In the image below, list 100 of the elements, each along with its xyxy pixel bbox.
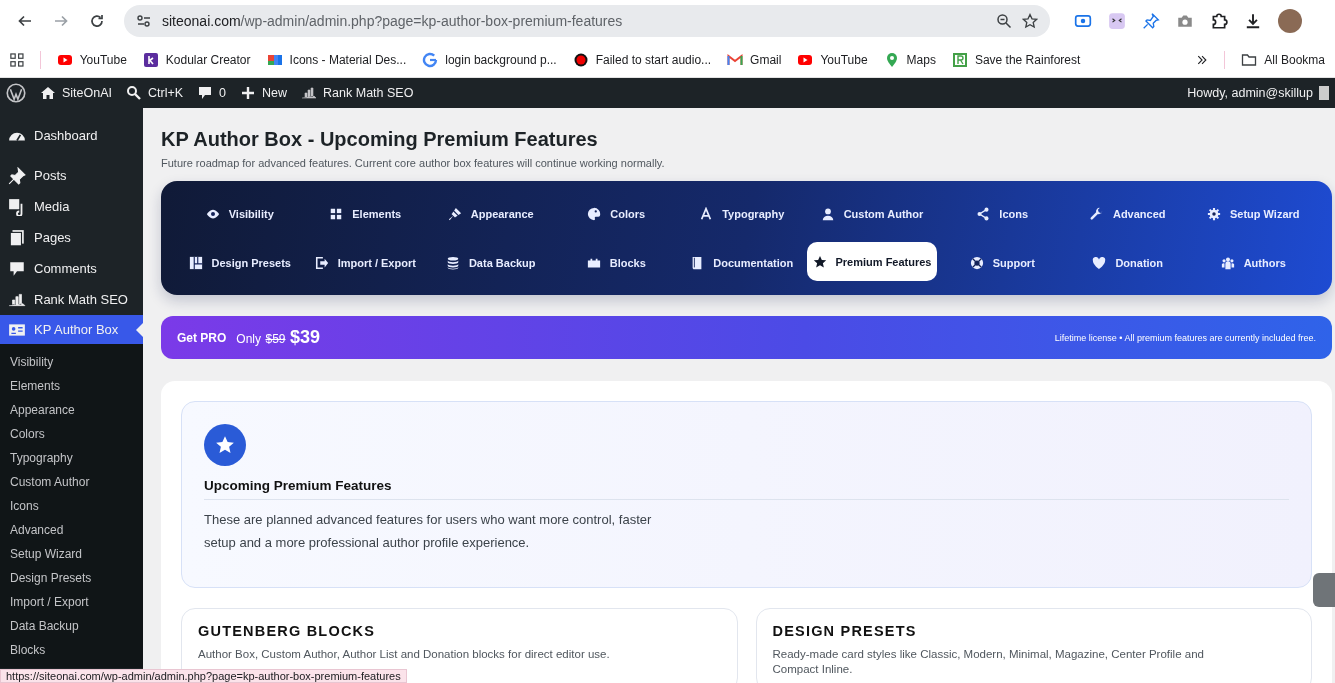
record-dot-icon — [572, 51, 589, 68]
nav-tab[interactable]: Design Presets — [179, 242, 301, 283]
palette-icon — [587, 206, 602, 221]
intro-description: These are planned advanced features for users who want more control, faster setup and a more professional author profile experience. — [204, 511, 653, 552]
nav-tab[interactable]: Import / Export — [304, 242, 426, 283]
feature-description: Ready-made card styles like Classic, Modern, Minimal, Magazine, Center Profile and Compact Inline. — [772, 647, 1205, 677]
extensions-icon[interactable] — [1210, 12, 1228, 30]
site-settings-icon — [136, 13, 152, 29]
nav-tab[interactable]: Elements — [304, 193, 426, 234]
nav-tab[interactable]: Typography — [681, 193, 803, 234]
nav-tab[interactable]: Blocks — [555, 242, 677, 283]
gear-icon — [1206, 206, 1221, 221]
nav-tab[interactable]: Appearance — [430, 193, 552, 234]
nav-tab[interactable]: Authors — [1192, 242, 1314, 283]
screen-record-icon[interactable] — [1074, 12, 1092, 30]
bookmark-item[interactable]: Save the Rainforest — [951, 51, 1081, 68]
pages-icon — [8, 228, 26, 247]
heart-icon — [1092, 255, 1107, 270]
submenu-item[interactable]: Icons — [0, 494, 143, 518]
submenu-item[interactable]: Design Presets — [0, 566, 143, 590]
sidebar-item[interactable]: Dashboard — [0, 120, 143, 151]
comment-bubble-icon — [197, 85, 214, 101]
brush-icon — [447, 206, 462, 221]
letter-glyph-icon — [699, 206, 714, 221]
nav-tab[interactable]: Icons — [941, 193, 1063, 234]
greeting-text[interactable]: Howdy, admin@skillup — [1187, 86, 1313, 100]
intro-heading: Upcoming Premium Features — [204, 478, 1289, 500]
submenu-item[interactable]: Custom Author — [0, 470, 143, 494]
pin-icon[interactable] — [1142, 12, 1160, 30]
admin-bar-item[interactable]: 0 — [197, 85, 227, 101]
sidebar-item[interactable]: Rank Math SEO — [0, 284, 143, 315]
r-square-icon — [951, 51, 968, 68]
side-panel-handle[interactable] — [1313, 573, 1335, 607]
grid-icon — [329, 206, 344, 221]
k-square-icon — [142, 51, 159, 68]
sidebar-item[interactable]: Media — [0, 191, 143, 222]
submenu-item[interactable]: Colors — [0, 422, 143, 446]
admin-bar-item[interactable]: SiteOnAI — [40, 85, 113, 101]
page-title: KP Author Box - Upcoming Premium Features — [161, 128, 599, 151]
bookmark-item[interactable]: YouTube — [56, 51, 127, 68]
wordpress-logo-icon[interactable] — [6, 83, 26, 103]
submenu-item[interactable]: Data Backup — [0, 614, 143, 638]
nav-tab[interactable]: Premium Features — [806, 242, 938, 281]
nav-tab[interactable]: Setup Wizard — [1192, 193, 1314, 234]
get-pro-label: Get PRO — [177, 330, 227, 345]
address-bar[interactable]: siteonai.com/wp-admin/admin.php?page=kp-author-box-premium-features — [124, 5, 1050, 37]
submenu-item[interactable]: Setup Wizard — [0, 542, 143, 566]
plus-icon — [240, 85, 257, 101]
download-icon[interactable] — [1244, 12, 1262, 30]
bookmark-item[interactable]: YouTube — [797, 51, 868, 68]
nav-tab[interactable]: Advanced — [1067, 193, 1189, 234]
nav-tab[interactable]: Data Backup — [430, 242, 552, 283]
bookmark-item[interactable]: Gmail — [727, 51, 782, 68]
nav-tab[interactable]: Custom Author — [806, 193, 938, 234]
nav-tab[interactable]: Documentation — [681, 242, 803, 283]
submenu-item[interactable]: Visibility — [0, 350, 143, 374]
pushpin-icon — [8, 166, 26, 185]
camera-icon[interactable] — [1176, 12, 1194, 30]
admin-bar-item[interactable]: Rank Math SEO — [301, 85, 414, 101]
bookmark-item[interactable]: login background p... — [422, 51, 557, 68]
mail-icon — [727, 51, 744, 68]
home-icon — [40, 85, 56, 101]
bookmark-item[interactable]: Failed to start audio... — [572, 51, 712, 68]
export-icon — [314, 255, 329, 270]
profile-avatar[interactable] — [1278, 9, 1302, 33]
submenu-item[interactable]: Elements — [0, 374, 143, 398]
nav-tab[interactable]: Support — [941, 242, 1063, 283]
nav-tab[interactable]: Donation — [1067, 242, 1189, 283]
url-text: siteonai.com/wp-admin/admin.php?page=kp-author-box-premium-features — [162, 13, 624, 29]
reload-icon — [89, 13, 105, 29]
submenu-item[interactable]: Appearance — [0, 398, 143, 422]
submenu-item[interactable]: Blocks — [0, 638, 143, 662]
sidebar-item[interactable]: Posts — [0, 160, 143, 191]
bookmark-folder[interactable]: All Bookma — [1241, 51, 1325, 68]
admin-bar-item[interactable]: New — [240, 85, 288, 101]
apps-grid-icon[interactable] — [10, 51, 24, 68]
feature-title: DESIGN PRESETS — [772, 623, 918, 639]
sidebar-item[interactable]: KP Author Box — [0, 315, 143, 344]
only-label: Only — [236, 332, 262, 346]
sidebar-item[interactable]: Pages — [0, 222, 143, 253]
feature-title: GUTENBERG BLOCKS — [198, 623, 377, 639]
submenu-item[interactable]: Typography — [0, 446, 143, 470]
bar-chart-icon — [301, 85, 318, 101]
admin-bar-item[interactable]: Ctrl+K — [126, 85, 184, 101]
old-price: $59 — [265, 332, 286, 346]
nav-tab[interactable]: Colors — [555, 193, 677, 234]
nav-tab[interactable]: Visibility — [179, 193, 301, 234]
bookmark-item[interactable]: Icons - Material Des... — [266, 51, 407, 68]
people-icon — [1220, 255, 1235, 270]
extension-face-icon[interactable] — [1108, 12, 1126, 30]
submenu-item[interactable]: Advanced — [0, 518, 143, 542]
star-icon[interactable] — [1022, 13, 1038, 29]
zoom-out-icon[interactable] — [996, 13, 1012, 29]
sidebar-item[interactable]: Comments — [0, 253, 143, 284]
wrench-icon — [1089, 206, 1104, 221]
bookmark-item[interactable]: Kodular Creator — [142, 51, 251, 68]
bookmark-item[interactable]: Maps — [883, 51, 936, 68]
submenu-item[interactable]: Import / Export — [0, 590, 143, 614]
page-subtitle: Future roadmap for advanced features. Current core author box features will continue working normally. — [161, 157, 666, 169]
back-arrow-icon — [17, 13, 33, 29]
